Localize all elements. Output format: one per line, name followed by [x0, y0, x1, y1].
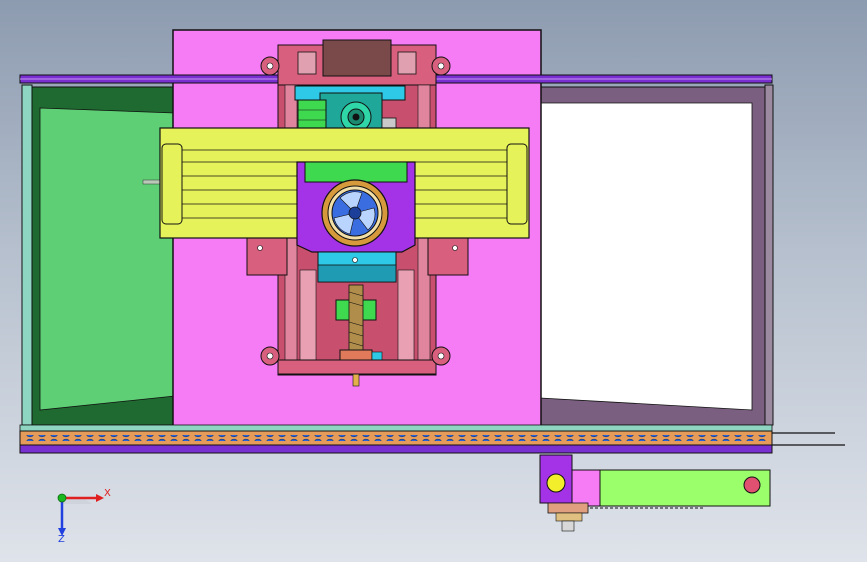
z-axis-mount-top [260, 39, 451, 91]
axis-triad-icon: X Z [57, 488, 111, 545]
left-side-panel [21, 84, 176, 426]
x-axis-label: X [104, 488, 111, 499]
cad-drawing: X Z [19, 29, 845, 545]
right-side-panel [539, 84, 774, 426]
base-rail [19, 424, 845, 454]
cooling-fan-icon [321, 179, 389, 247]
cad-viewport[interactable]: X Z [0, 0, 867, 562]
sliding-module [539, 454, 771, 532]
z-axis-label: Z [58, 534, 65, 545]
